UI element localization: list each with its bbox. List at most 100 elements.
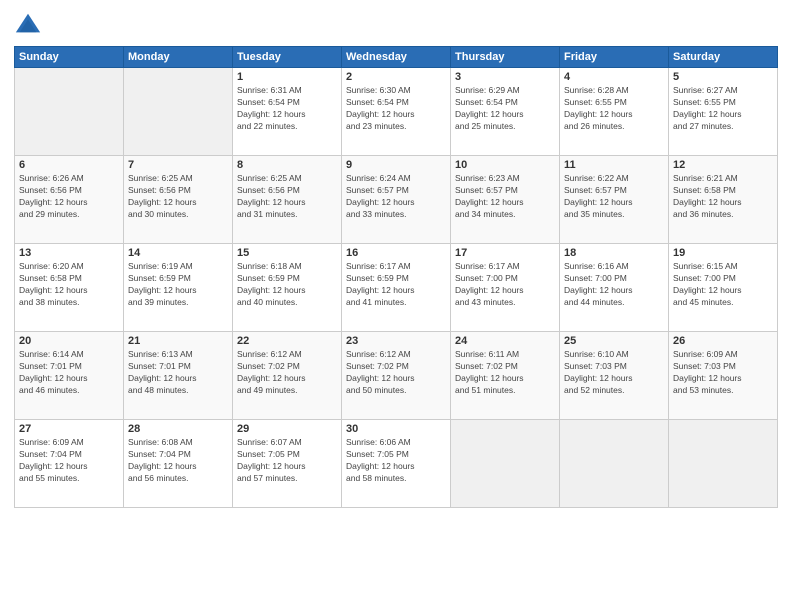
calendar-cell: 5 Sunrise: 6:27 AM Sunset: 6:55 PM Daylig… bbox=[669, 68, 778, 156]
day-info: Sunrise: 6:06 AM Sunset: 7:05 PM Dayligh… bbox=[346, 437, 446, 485]
calendar-cell: 16 Sunrise: 6:17 AM Sunset: 6:59 PM Dayli… bbox=[342, 244, 451, 332]
calendar-cell: 12 Sunrise: 6:21 AM Sunset: 6:58 PM Dayli… bbox=[669, 156, 778, 244]
day-number: 6 bbox=[19, 159, 119, 171]
logo-icon bbox=[14, 10, 42, 38]
calendar-cell: 9 Sunrise: 6:24 AM Sunset: 6:57 PM Daylig… bbox=[342, 156, 451, 244]
weekday-header-saturday: Saturday bbox=[669, 47, 778, 68]
calendar-cell: 24 Sunrise: 6:11 AM Sunset: 7:02 PM Dayli… bbox=[451, 332, 560, 420]
day-number: 24 bbox=[455, 335, 555, 347]
calendar-cell: 18 Sunrise: 6:16 AM Sunset: 7:00 PM Dayli… bbox=[560, 244, 669, 332]
calendar-cell: 2 Sunrise: 6:30 AM Sunset: 6:54 PM Daylig… bbox=[342, 68, 451, 156]
calendar-cell: 25 Sunrise: 6:10 AM Sunset: 7:03 PM Dayli… bbox=[560, 332, 669, 420]
day-info: Sunrise: 6:17 AM Sunset: 7:00 PM Dayligh… bbox=[455, 261, 555, 309]
day-info: Sunrise: 6:19 AM Sunset: 6:59 PM Dayligh… bbox=[128, 261, 228, 309]
weekday-header-row: SundayMondayTuesdayWednesdayThursdayFrid… bbox=[15, 47, 778, 68]
day-number: 12 bbox=[673, 159, 773, 171]
calendar-cell: 28Sunrise: 6:08 AM Sunset: 7:04 PM Dayli… bbox=[124, 420, 233, 508]
header bbox=[14, 10, 778, 38]
calendar-cell bbox=[124, 68, 233, 156]
day-info: Sunrise: 6:28 AM Sunset: 6:55 PM Dayligh… bbox=[564, 85, 664, 133]
day-number: 3 bbox=[455, 71, 555, 83]
day-number: 29 bbox=[237, 423, 337, 435]
day-number: 23 bbox=[346, 335, 446, 347]
day-number: 20 bbox=[19, 335, 119, 347]
day-number: 15 bbox=[237, 247, 337, 259]
calendar-cell: 29 Sunrise: 6:07 AM Sunset: 7:05 PM Dayli… bbox=[233, 420, 342, 508]
calendar-cell: 10 Sunrise: 6:23 AM Sunset: 6:57 PM Dayli… bbox=[451, 156, 560, 244]
day-info: Sunrise: 6:07 AM Sunset: 7:05 PM Dayligh… bbox=[237, 437, 337, 485]
day-number: 21 bbox=[128, 335, 228, 347]
day-info: Sunrise: 6:16 AM Sunset: 7:00 PM Dayligh… bbox=[564, 261, 664, 309]
calendar-cell: 11 Sunrise: 6:22 AM Sunset: 6:57 PM Dayli… bbox=[560, 156, 669, 244]
day-number: 8 bbox=[237, 159, 337, 171]
day-number: 28 bbox=[128, 423, 228, 435]
day-number: 14 bbox=[128, 247, 228, 259]
calendar-cell bbox=[15, 68, 124, 156]
day-info: Sunrise: 6:23 AM Sunset: 6:57 PM Dayligh… bbox=[455, 173, 555, 221]
day-info: Sunrise: 6:18 AM Sunset: 6:59 PM Dayligh… bbox=[237, 261, 337, 309]
calendar-cell bbox=[669, 420, 778, 508]
calendar-cell: 1 Sunrise: 6:31 AM Sunset: 6:54 PM Daylig… bbox=[233, 68, 342, 156]
weekday-header-friday: Friday bbox=[560, 47, 669, 68]
day-info: Sunrise: 6:31 AM Sunset: 6:54 PM Dayligh… bbox=[237, 85, 337, 133]
day-number: 9 bbox=[346, 159, 446, 171]
calendar-cell: 23Sunrise: 6:12 AM Sunset: 7:02 PM Dayli… bbox=[342, 332, 451, 420]
day-number: 11 bbox=[564, 159, 664, 171]
day-number: 25 bbox=[564, 335, 664, 347]
day-info: Sunrise: 6:11 AM Sunset: 7:02 PM Dayligh… bbox=[455, 349, 555, 397]
day-number: 7 bbox=[128, 159, 228, 171]
calendar-cell bbox=[451, 420, 560, 508]
day-info: Sunrise: 6:30 AM Sunset: 6:54 PM Dayligh… bbox=[346, 85, 446, 133]
day-number: 13 bbox=[19, 247, 119, 259]
weekday-header-thursday: Thursday bbox=[451, 47, 560, 68]
calendar-cell: 19Sunrise: 6:15 AM Sunset: 7:00 PM Dayli… bbox=[669, 244, 778, 332]
day-number: 5 bbox=[673, 71, 773, 83]
day-info: Sunrise: 6:21 AM Sunset: 6:58 PM Dayligh… bbox=[673, 173, 773, 221]
day-number: 1 bbox=[237, 71, 337, 83]
day-number: 10 bbox=[455, 159, 555, 171]
day-number: 17 bbox=[455, 247, 555, 259]
weekday-header-sunday: Sunday bbox=[15, 47, 124, 68]
day-number: 16 bbox=[346, 247, 446, 259]
calendar-week-4: 27 Sunrise: 6:09 AM Sunset: 7:04 PM Dayli… bbox=[15, 420, 778, 508]
weekday-header-wednesday: Wednesday bbox=[342, 47, 451, 68]
logo bbox=[14, 10, 46, 38]
day-info: Sunrise: 6:09 AM Sunset: 7:04 PM Dayligh… bbox=[19, 437, 119, 485]
calendar-cell: 22 Sunrise: 6:12 AM Sunset: 7:02 PM Dayli… bbox=[233, 332, 342, 420]
day-number: 30 bbox=[346, 423, 446, 435]
day-info: Sunrise: 6:10 AM Sunset: 7:03 PM Dayligh… bbox=[564, 349, 664, 397]
calendar-cell: 3 Sunrise: 6:29 AM Sunset: 6:54 PM Daylig… bbox=[451, 68, 560, 156]
day-info: Sunrise: 6:13 AM Sunset: 7:01 PM Dayligh… bbox=[128, 349, 228, 397]
calendar-table: SundayMondayTuesdayWednesdayThursdayFrid… bbox=[14, 46, 778, 508]
calendar-cell: 8 Sunrise: 6:25 AM Sunset: 6:56 PM Daylig… bbox=[233, 156, 342, 244]
day-number: 27 bbox=[19, 423, 119, 435]
calendar-cell: 6 Sunrise: 6:26 AM Sunset: 6:56 PM Daylig… bbox=[15, 156, 124, 244]
calendar-cell: 20 Sunrise: 6:14 AM Sunset: 7:01 PM Dayli… bbox=[15, 332, 124, 420]
calendar-cell: 30 Sunrise: 6:06 AM Sunset: 7:05 PM Dayli… bbox=[342, 420, 451, 508]
day-info: Sunrise: 6:22 AM Sunset: 6:57 PM Dayligh… bbox=[564, 173, 664, 221]
calendar-week-1: 6 Sunrise: 6:26 AM Sunset: 6:56 PM Daylig… bbox=[15, 156, 778, 244]
day-number: 2 bbox=[346, 71, 446, 83]
calendar-container: SundayMondayTuesdayWednesdayThursdayFrid… bbox=[0, 0, 792, 612]
calendar-week-2: 13 Sunrise: 6:20 AM Sunset: 6:58 PM Dayli… bbox=[15, 244, 778, 332]
day-info: Sunrise: 6:24 AM Sunset: 6:57 PM Dayligh… bbox=[346, 173, 446, 221]
day-number: 18 bbox=[564, 247, 664, 259]
day-number: 22 bbox=[237, 335, 337, 347]
calendar-cell: 26Sunrise: 6:09 AM Sunset: 7:03 PM Dayli… bbox=[669, 332, 778, 420]
day-info: Sunrise: 6:25 AM Sunset: 6:56 PM Dayligh… bbox=[128, 173, 228, 221]
day-info: Sunrise: 6:26 AM Sunset: 6:56 PM Dayligh… bbox=[19, 173, 119, 221]
day-info: Sunrise: 6:29 AM Sunset: 6:54 PM Dayligh… bbox=[455, 85, 555, 133]
weekday-header-tuesday: Tuesday bbox=[233, 47, 342, 68]
calendar-week-0: 1 Sunrise: 6:31 AM Sunset: 6:54 PM Daylig… bbox=[15, 68, 778, 156]
calendar-cell: 4Sunrise: 6:28 AM Sunset: 6:55 PM Daylig… bbox=[560, 68, 669, 156]
day-info: Sunrise: 6:25 AM Sunset: 6:56 PM Dayligh… bbox=[237, 173, 337, 221]
calendar-cell: 17 Sunrise: 6:17 AM Sunset: 7:00 PM Dayli… bbox=[451, 244, 560, 332]
day-number: 19 bbox=[673, 247, 773, 259]
calendar-cell: 13 Sunrise: 6:20 AM Sunset: 6:58 PM Dayli… bbox=[15, 244, 124, 332]
day-info: Sunrise: 6:17 AM Sunset: 6:59 PM Dayligh… bbox=[346, 261, 446, 309]
calendar-cell: 7 Sunrise: 6:25 AM Sunset: 6:56 PM Daylig… bbox=[124, 156, 233, 244]
day-info: Sunrise: 6:20 AM Sunset: 6:58 PM Dayligh… bbox=[19, 261, 119, 309]
day-info: Sunrise: 6:27 AM Sunset: 6:55 PM Dayligh… bbox=[673, 85, 773, 133]
day-info: Sunrise: 6:14 AM Sunset: 7:01 PM Dayligh… bbox=[19, 349, 119, 397]
day-info: Sunrise: 6:12 AM Sunset: 7:02 PM Dayligh… bbox=[237, 349, 337, 397]
